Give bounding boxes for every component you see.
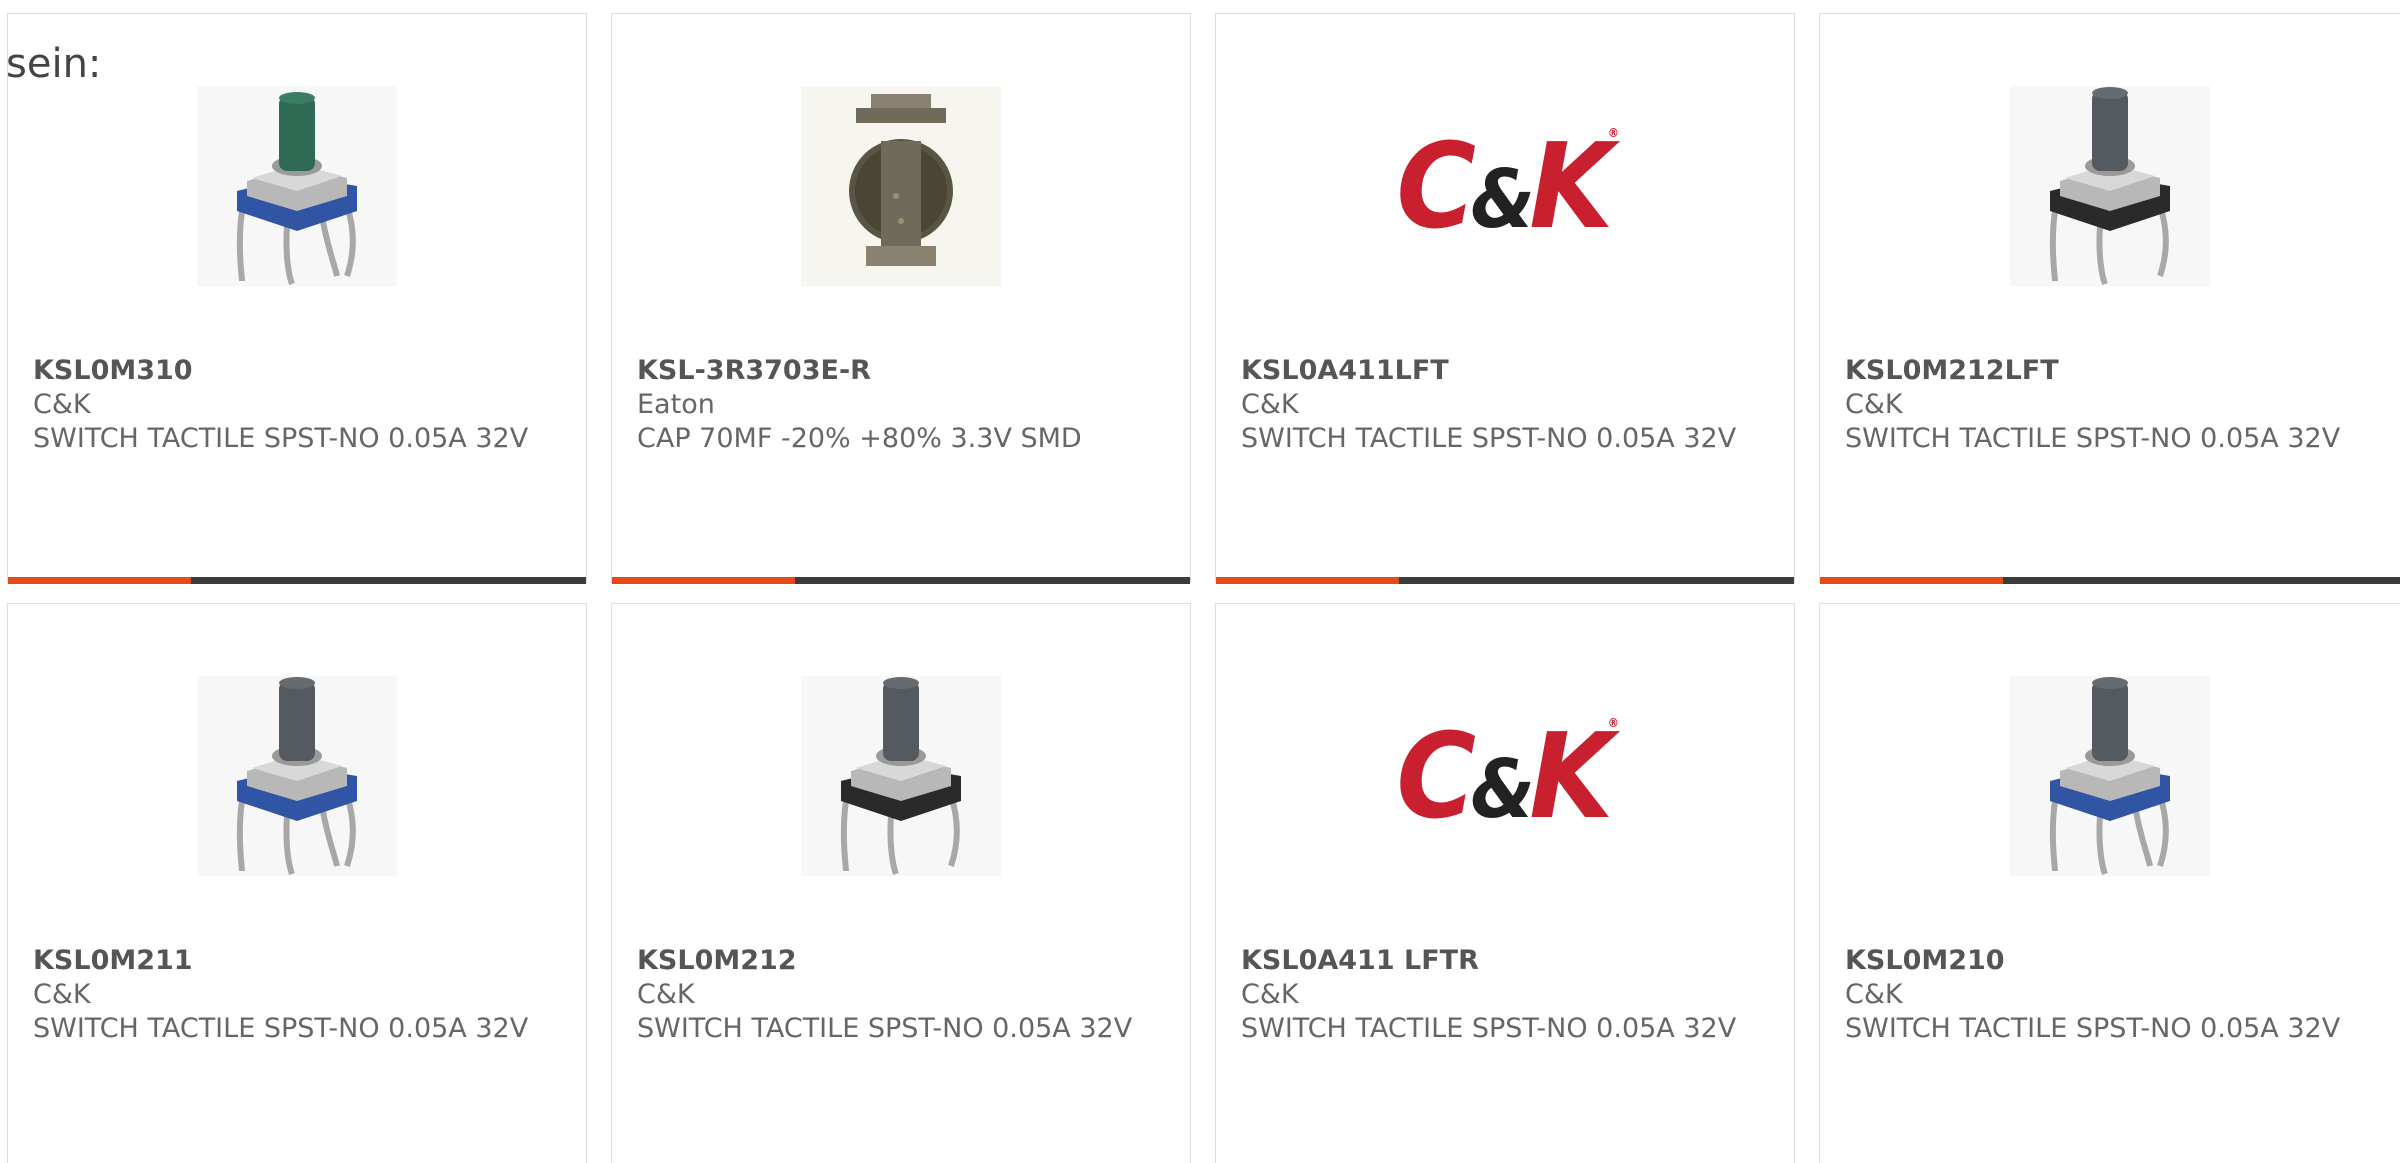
card-bar bbox=[612, 577, 1190, 584]
card-bar bbox=[1820, 577, 2400, 584]
card-bar bbox=[8, 577, 586, 584]
product-description: SWITCH TACTILE SPST-NO 0.05A 32V bbox=[1241, 1013, 1737, 1044]
product-card[interactable]: KSL0M212 C&K SWITCH TACTILE SPST-NO 0.05… bbox=[611, 603, 1191, 1163]
product-manufacturer: C&K bbox=[33, 979, 91, 1010]
product-card[interactable]: C&K® KSL0A411LFT C&K SWITCH TACTILE SPST… bbox=[1215, 13, 1795, 584]
product-image: C&K® bbox=[1397, 86, 1619, 286]
product-description: SWITCH TACTILE SPST-NO 0.05A 32V bbox=[1845, 1013, 2341, 1044]
tactile-switch-gray-blue-icon bbox=[197, 676, 397, 876]
ck-logo-icon: C&K® bbox=[1396, 117, 1619, 255]
product-image: C&K® bbox=[1397, 676, 1619, 876]
product-card[interactable]: KSL0M210 C&K SWITCH TACTILE SPST-NO 0.05… bbox=[1819, 603, 2400, 1163]
product-image bbox=[801, 676, 1001, 876]
product-mpn[interactable]: KSL0M212 bbox=[637, 944, 1170, 978]
product-mpn[interactable]: KSL0M212LFT bbox=[1845, 354, 2380, 388]
product-description: SWITCH TACTILE SPST-NO 0.05A 32V bbox=[33, 1013, 529, 1044]
product-card[interactable]: KSL0M212LFT C&K SWITCH TACTILE SPST-NO 0… bbox=[1819, 13, 2400, 584]
intro-text: sein: bbox=[6, 41, 102, 87]
product-image bbox=[197, 86, 397, 286]
product-card[interactable]: C&K® KSL0A411 LFTR C&K SWITCH TACTILE SP… bbox=[1215, 603, 1795, 1163]
card-bar bbox=[1216, 577, 1794, 584]
product-mpn[interactable]: KSL0M210 bbox=[1845, 944, 2380, 978]
product-grid: KSL0M310 C&K SWITCH TACTILE SPST-NO 0.05… bbox=[0, 0, 2400, 1163]
product-mpn[interactable]: KSL0A411LFT bbox=[1241, 354, 1774, 388]
product-description: SWITCH TACTILE SPST-NO 0.05A 32V bbox=[637, 1013, 1133, 1044]
product-manufacturer: C&K bbox=[1241, 979, 1299, 1010]
product-description: SWITCH TACTILE SPST-NO 0.05A 32V bbox=[1845, 423, 2341, 454]
product-manufacturer: Eaton bbox=[637, 389, 715, 420]
product-manufacturer: C&K bbox=[1845, 979, 1903, 1010]
product-image bbox=[2010, 676, 2210, 876]
product-manufacturer: C&K bbox=[1845, 389, 1903, 420]
product-image bbox=[2010, 86, 2210, 286]
product-manufacturer: C&K bbox=[1241, 389, 1299, 420]
product-image bbox=[197, 676, 397, 876]
product-description: CAP 70MF -20% +80% 3.3V SMD bbox=[637, 423, 1082, 454]
tactile-switch-green-icon bbox=[197, 86, 397, 286]
product-mpn[interactable]: KSL0M310 bbox=[33, 354, 566, 388]
tactile-switch-gray-black-icon bbox=[2010, 86, 2210, 286]
product-image bbox=[801, 86, 1001, 286]
ck-logo-icon: C&K® bbox=[1396, 707, 1619, 845]
product-card[interactable]: KSL0M211 C&K SWITCH TACTILE SPST-NO 0.05… bbox=[7, 603, 587, 1163]
product-description: SWITCH TACTILE SPST-NO 0.05A 32V bbox=[1241, 423, 1737, 454]
product-mpn[interactable]: KSL-3R3703E-R bbox=[637, 354, 1170, 388]
product-manufacturer: C&K bbox=[33, 389, 91, 420]
product-manufacturer: C&K bbox=[637, 979, 695, 1010]
product-description: SWITCH TACTILE SPST-NO 0.05A 32V bbox=[33, 423, 529, 454]
supercap-coin-icon bbox=[801, 86, 1001, 286]
product-mpn[interactable]: KSL0M211 bbox=[33, 944, 566, 978]
product-mpn[interactable]: KSL0A411 LFTR bbox=[1241, 944, 1774, 978]
product-card[interactable]: KSL0M310 C&K SWITCH TACTILE SPST-NO 0.05… bbox=[7, 13, 587, 584]
tactile-switch-gray-blue-icon bbox=[2010, 676, 2210, 876]
tactile-switch-gray-black-icon bbox=[801, 676, 1001, 876]
product-card[interactable]: KSL-3R3703E-R Eaton CAP 70MF -20% +80% 3… bbox=[611, 13, 1191, 584]
